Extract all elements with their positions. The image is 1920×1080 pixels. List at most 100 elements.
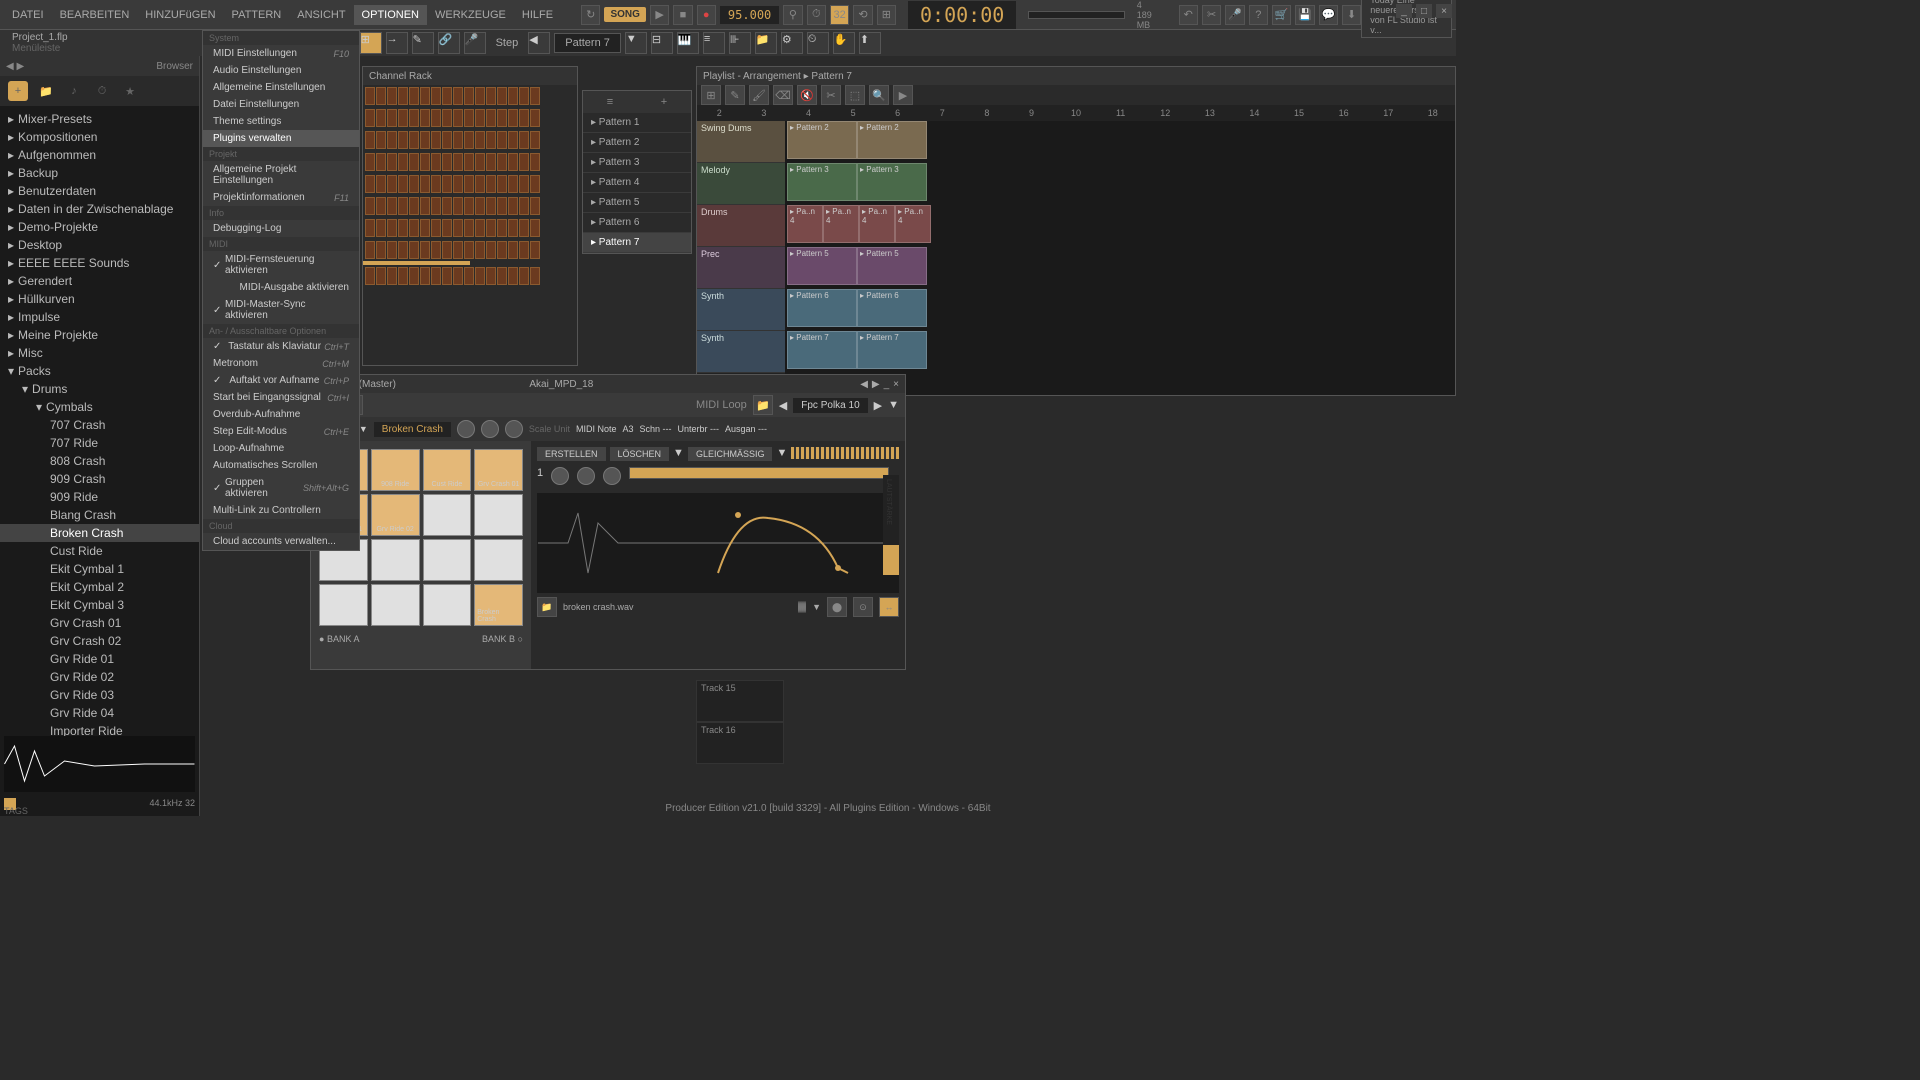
step-cell[interactable] — [420, 219, 430, 237]
step-cell[interactable] — [508, 109, 518, 127]
step-cell[interactable] — [409, 109, 419, 127]
tree-sample[interactable]: Ekit Cymbal 3 — [0, 596, 199, 614]
step-cell[interactable] — [497, 175, 507, 193]
tree-zwischenablage[interactable]: ▸ Daten in der Zwischenablage — [0, 200, 199, 218]
step-cell[interactable] — [519, 109, 529, 127]
step-cell[interactable] — [475, 175, 485, 193]
step-cell[interactable] — [387, 131, 397, 149]
pattern-selector[interactable]: Pattern 7 — [554, 33, 621, 53]
tree-benutzerdaten[interactable]: ▸ Benutzerdaten — [0, 182, 199, 200]
help-icon[interactable]: ? — [1249, 5, 1268, 25]
tree-sample[interactable]: Grv Ride 04 — [0, 704, 199, 722]
step-cell[interactable] — [409, 267, 419, 285]
mpd-close-icon[interactable]: × — [893, 379, 899, 390]
step-cell[interactable] — [431, 241, 441, 259]
step-cell[interactable] — [497, 131, 507, 149]
pl-brush-icon[interactable]: 🖌 — [749, 85, 769, 105]
view-mixer-icon[interactable]: ⊪ — [729, 32, 751, 54]
view-browser-icon[interactable]: 📁 — [755, 32, 777, 54]
step-cell[interactable] — [453, 109, 463, 127]
env-r-knob[interactable] — [804, 601, 806, 613]
tab-dropdown[interactable]: ▼ — [673, 447, 684, 461]
tree-misc[interactable]: ▸ Misc — [0, 344, 199, 362]
step-cell[interactable] — [420, 241, 430, 259]
step-cell[interactable] — [464, 197, 474, 215]
step-cell[interactable] — [420, 197, 430, 215]
view-piano-icon[interactable]: 🎹 — [677, 32, 699, 54]
tree-sample[interactable]: 909 Crash — [0, 470, 199, 488]
close-button[interactable]: × — [1436, 4, 1452, 18]
mpd-pad[interactable] — [474, 494, 523, 536]
velocity-bar[interactable] — [629, 467, 889, 479]
step-cell[interactable] — [519, 175, 529, 193]
tree-cymbals[interactable]: ▾ Cymbals — [0, 398, 199, 416]
playlist-track[interactable]: Synth — [697, 331, 785, 373]
song-mode-button[interactable]: SONG — [604, 7, 645, 22]
tree-meine-projekte[interactable]: ▸ Meine Projekte — [0, 326, 199, 344]
browser-tab-star[interactable]: ★ — [120, 81, 140, 101]
minimize-button[interactable]: _ — [1396, 4, 1412, 18]
menu-auto-scroll[interactable]: Automatisches Scrollen — [203, 457, 359, 474]
playlist-clip[interactable]: ▸ Pattern 3 — [787, 163, 857, 201]
tree-aufgenommen[interactable]: ▸ Aufgenommen — [0, 146, 199, 164]
tree-huellkurven[interactable]: ▸ Hüllkurven — [0, 290, 199, 308]
step-cell[interactable] — [376, 131, 386, 149]
step-cell[interactable] — [376, 241, 386, 259]
step-cell[interactable] — [376, 109, 386, 127]
loop-icon[interactable]: ⟲ — [853, 5, 872, 25]
time-display[interactable]: 0:00:00 — [908, 1, 1016, 29]
tree-sample[interactable]: Cust Ride — [0, 542, 199, 560]
pp-tab-list[interactable]: ≡ — [583, 91, 637, 113]
mpd-preset-prev[interactable]: ◀ — [779, 399, 787, 412]
step-cell[interactable] — [497, 241, 507, 259]
step-cell[interactable] — [365, 131, 375, 149]
step-cell[interactable] — [409, 197, 419, 215]
step-cell[interactable] — [442, 197, 452, 215]
menu-debug-log[interactable]: Debugging-Log — [203, 220, 359, 237]
step-cell[interactable] — [508, 197, 518, 215]
menu-hinzufuegen[interactable]: HINZUFüGEN — [137, 5, 223, 25]
pattern-item[interactable]: ▸ Pattern 1 — [583, 113, 691, 133]
menu-hilfe[interactable]: HILFE — [514, 5, 561, 25]
layer-strip[interactable] — [791, 447, 899, 459]
pattern-next-icon[interactable]: ▼ — [625, 32, 647, 54]
step-cell[interactable] — [453, 153, 463, 171]
menu-group-act[interactable]: ✓Gruppen aktivierenShift+Alt+G — [203, 474, 359, 502]
mpd-pitch-knob[interactable] — [505, 420, 523, 438]
sync-icon[interactable]: ↻ — [581, 5, 600, 25]
menu-midi-out[interactable]: MIDI-Ausgabe aktivieren — [203, 279, 359, 296]
tree-backup[interactable]: ▸ Backup — [0, 164, 199, 182]
maximize-button[interactable]: □ — [1416, 4, 1432, 18]
wave-editor[interactable] — [537, 493, 899, 593]
step-prev-icon[interactable]: ◀ — [528, 32, 550, 54]
mpd-pad[interactable] — [319, 584, 368, 626]
pattern-item[interactable]: ▸ Pattern 4 — [583, 173, 691, 193]
playlist-clip[interactable]: ▸ Pattern 7 — [787, 331, 857, 369]
tree-sample[interactable]: Grv Crash 01 — [0, 614, 199, 632]
menu-loop-rec[interactable]: Loop-Aufnahme — [203, 440, 359, 457]
step-cell[interactable] — [442, 241, 452, 259]
mpd-min-icon[interactable]: _ — [884, 379, 890, 390]
env-icon1[interactable]: ⬤ — [827, 597, 847, 617]
step-cell[interactable] — [442, 153, 452, 171]
step-cell[interactable] — [409, 219, 419, 237]
tree-sample[interactable]: Blang Crash — [0, 506, 199, 524]
step-cell[interactable] — [486, 109, 496, 127]
menu-typing-kb[interactable]: ✓Tastatur als KlaviaturCtrl+T — [203, 338, 359, 355]
step-cell[interactable] — [387, 153, 397, 171]
step-cell[interactable] — [486, 131, 496, 149]
tree-desktop[interactable]: ▸ Desktop — [0, 236, 199, 254]
menu-midi-remote[interactable]: ✓MIDI-Fernsteuerung aktivieren — [203, 251, 359, 279]
step-cell[interactable] — [486, 197, 496, 215]
step-cell[interactable] — [508, 131, 518, 149]
chat-icon[interactable]: 💬 — [1319, 5, 1338, 25]
playlist-track[interactable]: Prec — [697, 247, 785, 289]
menu-proj-general[interactable]: Allgemeine Projekt Einstellungen — [203, 161, 359, 189]
undo-icon[interactable]: ↶ — [1179, 5, 1198, 25]
step-cell[interactable] — [365, 267, 375, 285]
step-cell[interactable] — [365, 197, 375, 215]
step-cell[interactable] — [365, 175, 375, 193]
browser-tab-add[interactable]: + — [8, 81, 28, 101]
playlist-clip[interactable]: ▸ Pattern 5 — [787, 247, 857, 285]
mic2-icon[interactable]: 🎤 — [464, 32, 486, 54]
